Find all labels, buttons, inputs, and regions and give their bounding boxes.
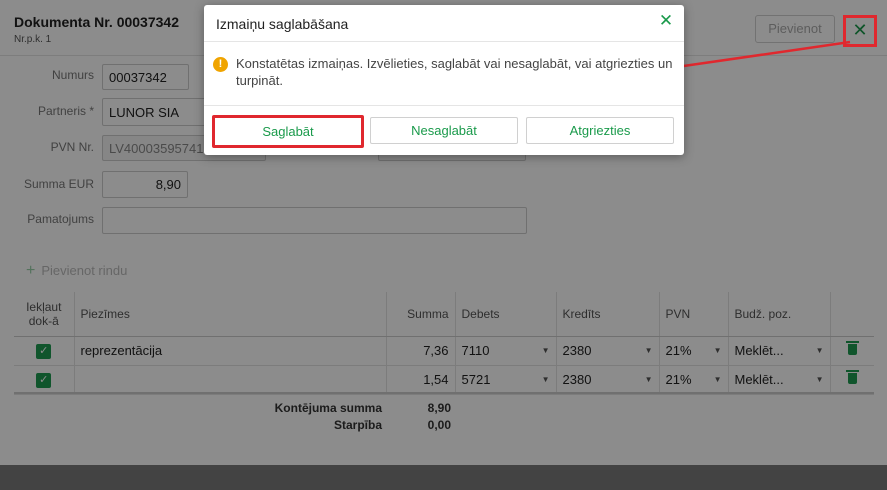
return-button[interactable]: Atgriezties [526, 117, 674, 144]
dont-save-button[interactable]: Nesaglabāt [370, 117, 518, 144]
dialog-divider [204, 41, 684, 42]
dialog-message: Konstatētas izmaiņas. Izvēlieties, sagla… [236, 56, 673, 88]
warning-icon: ! [213, 57, 228, 72]
close-highlight [843, 15, 877, 47]
dialog-close-button[interactable]: ✕ [656, 11, 676, 33]
dialog-title: Izmaiņu saglabāšana [216, 16, 349, 32]
save-changes-dialog: Izmaiņu saglabāšana ✕ ! Konstatētas izma… [204, 5, 684, 155]
save-button[interactable]: Saglabāt [212, 115, 364, 148]
dialog-divider [204, 105, 684, 106]
close-icon: ✕ [658, 11, 674, 30]
